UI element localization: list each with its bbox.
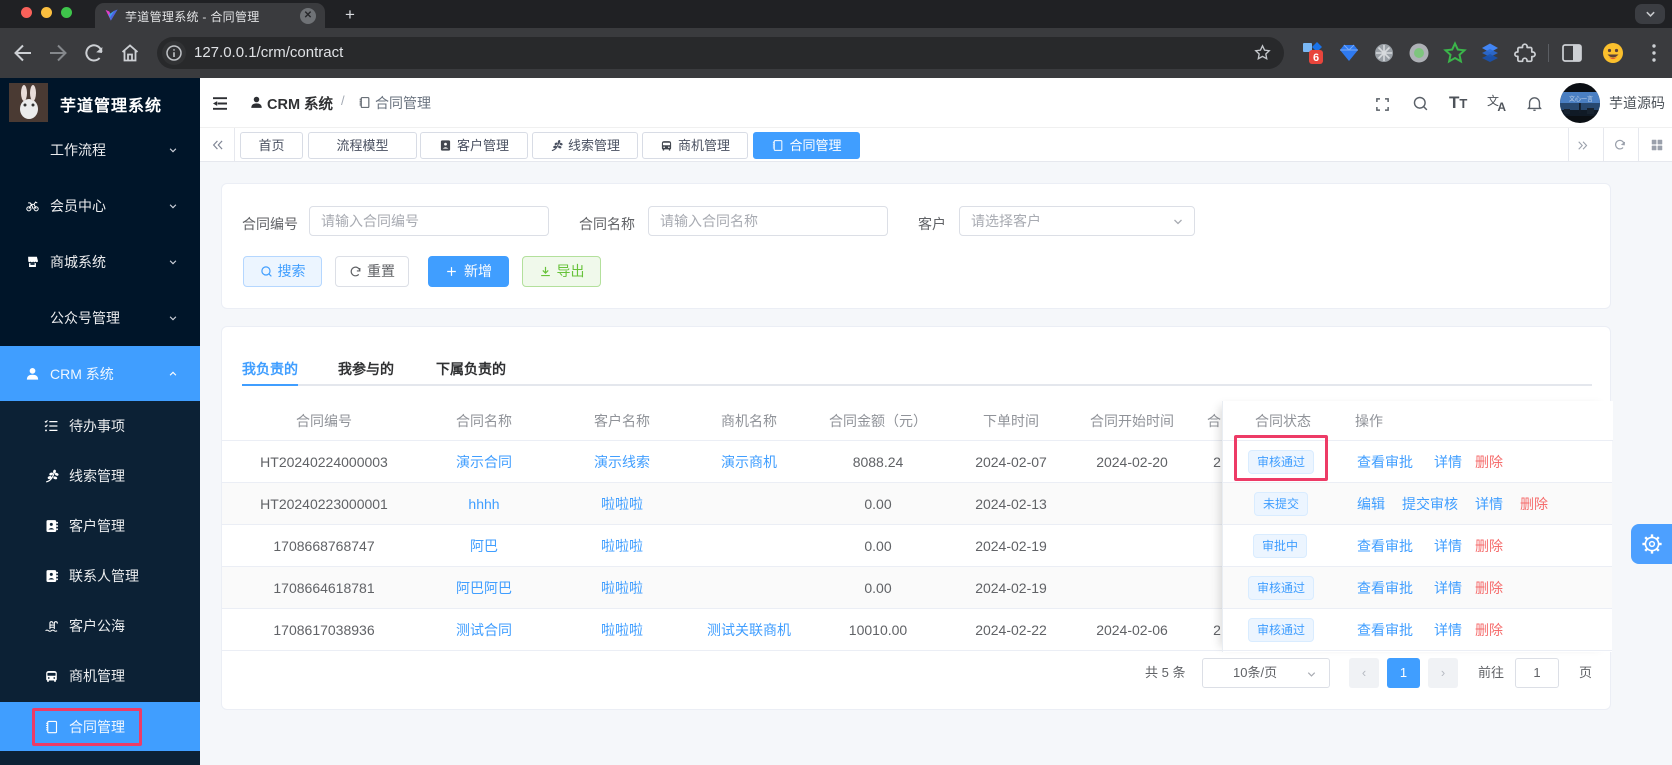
- svg-text:文心一言: 文心一言: [1569, 95, 1593, 103]
- svg-text:6: 6: [1313, 52, 1319, 64]
